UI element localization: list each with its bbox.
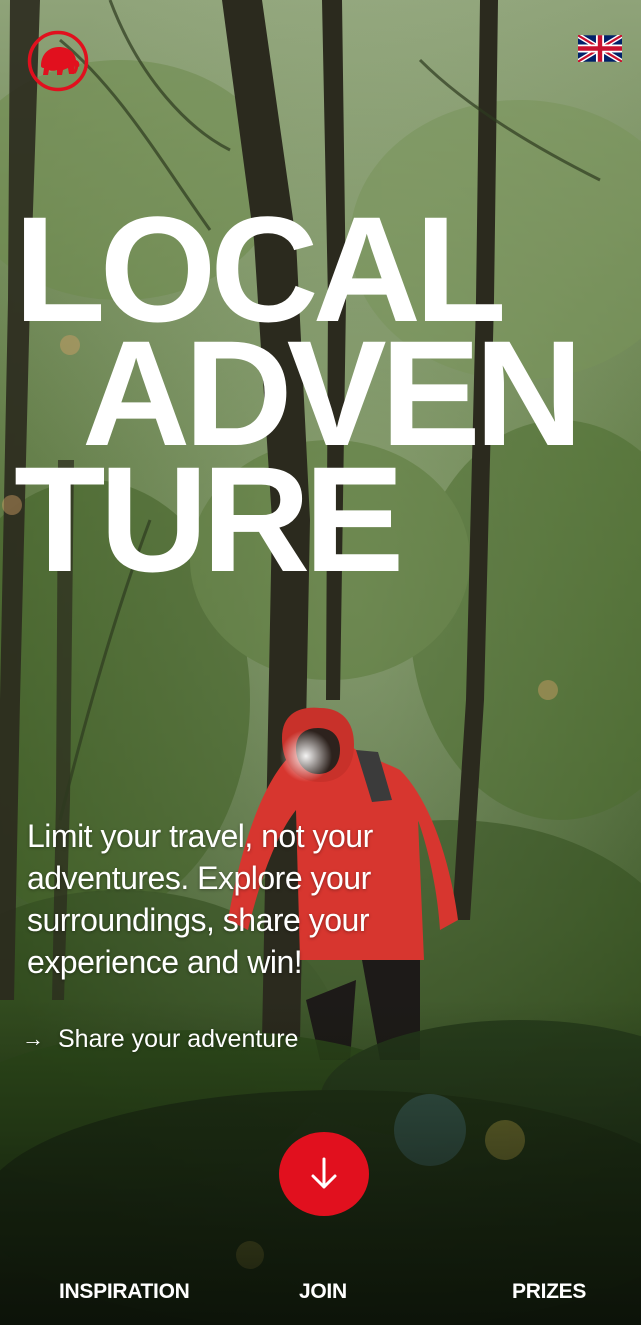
nav-item-join[interactable]: JOIN	[299, 1280, 347, 1304]
hero-intro-text: Limit your travel, not your adventures. …	[27, 818, 373, 980]
arrow-right-icon: →	[22, 1026, 44, 1051]
bottom-nav: INSPIRATION JOIN PRIZES	[0, 1270, 641, 1320]
language-selector[interactable]	[576, 33, 624, 64]
share-adventure-label: Share your adventure	[58, 1024, 299, 1053]
hero-section: LOCAL ADVEN TURE Limit your travel, not …	[0, 0, 641, 1325]
mammoth-logo-icon[interactable]	[27, 30, 89, 92]
headline-line-3: TURE	[14, 435, 404, 603]
nav-item-inspiration[interactable]: INSPIRATION	[59, 1280, 190, 1304]
uk-flag-icon	[576, 33, 624, 64]
nav-item-prizes[interactable]: PRIZES	[512, 1280, 586, 1304]
scroll-down-button[interactable]	[279, 1132, 369, 1216]
share-adventure-link[interactable]: → Share your adventure	[22, 1022, 298, 1056]
arrow-down-icon	[311, 1157, 337, 1189]
